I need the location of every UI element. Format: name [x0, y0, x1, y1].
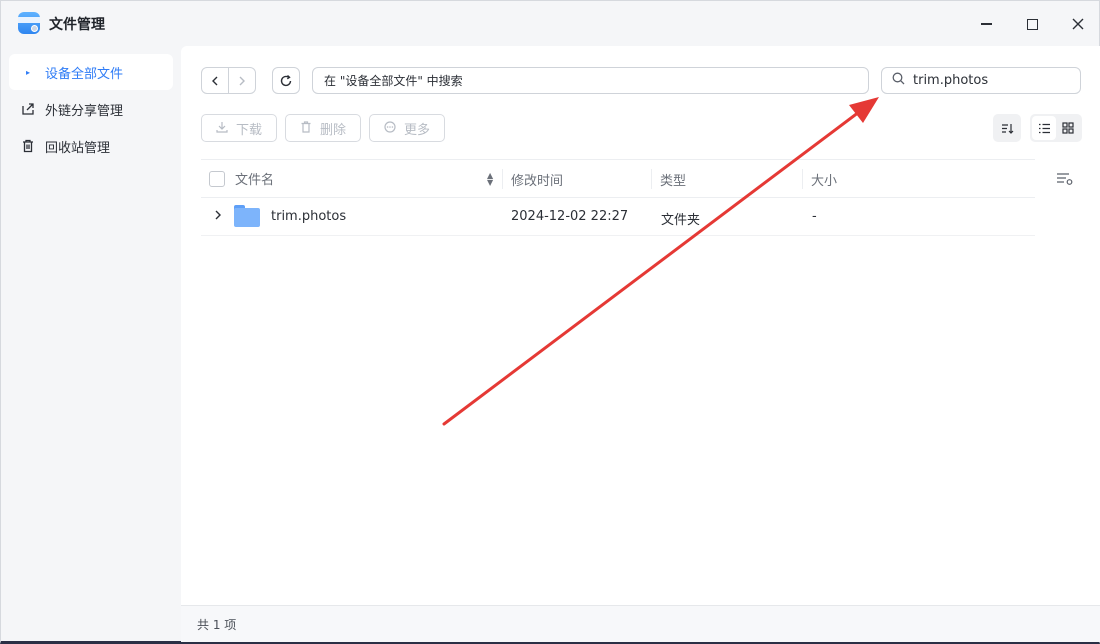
maximize-icon — [1026, 18, 1038, 30]
column-header-size[interactable]: 大小 — [802, 169, 952, 189]
sort-button[interactable] — [993, 114, 1021, 142]
chevron-left-icon — [212, 76, 218, 85]
sidebar-item-all-files[interactable]: ▸ 设备全部文件 — [9, 54, 173, 90]
scope-search-text: 在 "设备全部文件" 中搜索 — [324, 74, 463, 88]
delete-label: 删除 — [319, 122, 346, 138]
main-panel: 在 "设备全部文件" 中搜索 下载 删除 更多 — [181, 46, 1100, 642]
column-settings-icon — [1057, 173, 1073, 185]
list-view-button[interactable] — [1032, 116, 1056, 140]
folder-icon — [234, 205, 260, 227]
sidebar: ▸ 设备全部文件 外链分享管理 回收站管理 — [1, 46, 181, 642]
expand-chevron-icon[interactable] — [214, 209, 222, 223]
scope-search-field[interactable]: 在 "设备全部文件" 中搜索 — [312, 67, 869, 94]
list-view-icon — [1038, 123, 1050, 133]
history-nav — [201, 67, 256, 94]
trash-icon — [19, 139, 37, 153]
more-icon — [384, 120, 396, 136]
download-button[interactable]: 下载 — [201, 114, 277, 142]
search-icon — [892, 72, 905, 89]
view-toggle — [1030, 114, 1082, 142]
app-icon — [18, 12, 40, 34]
share-link-icon — [19, 102, 37, 116]
file-mtime: 2024-12-02 22:27 — [511, 209, 629, 224]
grid-view-button[interactable] — [1056, 116, 1080, 140]
item-count: 共 1 项 — [197, 617, 237, 632]
more-label: 更多 — [403, 122, 430, 138]
column-header-label: 文件名 — [235, 173, 275, 188]
search-box[interactable] — [881, 67, 1081, 94]
column-header-mtime[interactable]: 修改时间 — [502, 169, 652, 189]
column-header-type[interactable]: 类型 — [651, 169, 801, 189]
column-header-name[interactable]: 文件名 — [235, 160, 500, 197]
chevron-right-icon — [239, 76, 245, 85]
file-size: - — [812, 209, 817, 224]
sidebar-item-label: 设备全部文件 — [45, 66, 124, 82]
table-row[interactable]: trim.photos 2024-12-02 22:27 文件夹 - — [201, 198, 1035, 236]
sidebar-item-label: 回收站管理 — [45, 140, 111, 156]
select-all-cell — [209, 160, 225, 197]
minimize-icon — [980, 23, 992, 25]
more-button[interactable]: 更多 — [369, 114, 445, 142]
download-label: 下载 — [235, 122, 262, 138]
forward-button[interactable] — [228, 68, 255, 93]
sidebar-item-share-links[interactable]: 外链分享管理 — [9, 91, 173, 127]
file-name: trim.photos — [271, 209, 347, 224]
sort-toggle-icon[interactable]: ▲ ▼ — [487, 172, 493, 187]
delete-button[interactable]: 删除 — [285, 114, 361, 142]
column-settings-button[interactable] — [1055, 170, 1075, 188]
download-icon — [216, 121, 228, 136]
close-icon — [1072, 18, 1084, 30]
minimize-button[interactable] — [971, 9, 1001, 39]
close-button[interactable] — [1063, 9, 1093, 39]
status-bar: 共 1 项 — [181, 605, 1100, 642]
back-button[interactable] — [202, 68, 228, 93]
file-manager-window: 文件管理 ▸ 设备全部文件 外链分享管理 回收站管理 在 "设备全部文件" 中搜… — [0, 0, 1100, 644]
bullet-icon: ▸ — [25, 67, 30, 77]
refresh-button[interactable] — [272, 67, 300, 94]
select-all-checkbox[interactable] — [209, 170, 225, 187]
column-header-label: 修改时间 — [511, 173, 564, 189]
sidebar-item-label: 外链分享管理 — [45, 103, 124, 119]
trash-icon — [300, 120, 312, 136]
title-bar: 文件管理 — [1, 1, 1099, 46]
refresh-icon — [280, 74, 292, 86]
table-header: 文件名 ▲ ▼ 修改时间 类型 大小 — [201, 159, 1035, 198]
maximize-button[interactable] — [1017, 9, 1047, 39]
sidebar-item-recycle-bin[interactable]: 回收站管理 — [9, 128, 173, 164]
column-header-label: 大小 — [811, 173, 838, 189]
sort-icon — [1001, 123, 1013, 134]
grid-view-icon — [1062, 122, 1074, 134]
search-input[interactable] — [913, 73, 1073, 88]
column-header-label: 类型 — [660, 173, 687, 189]
app-title: 文件管理 — [49, 17, 105, 33]
file-type: 文件夹 — [661, 213, 701, 228]
